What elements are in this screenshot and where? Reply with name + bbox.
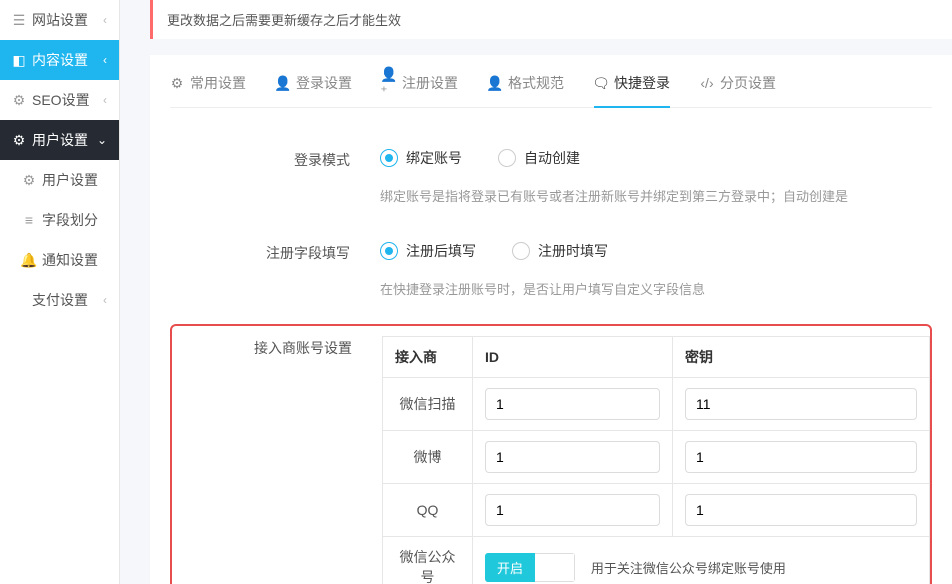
tab-label: 分页设置 [720, 73, 776, 93]
sidebar-item-label: 支付设置 [32, 290, 88, 310]
alert-text: 更改数据之后需要更新缓存之后才能生效 [167, 13, 401, 28]
sidebar-subitem-field-division[interactable]: ≡ 字段划分 [0, 200, 119, 240]
providers-table: 接入商 ID 密钥 微信扫描 [382, 336, 930, 584]
tab-general[interactable]: ⚙ 常用设置 [170, 73, 246, 107]
tabs: ⚙ 常用设置 👤 登录设置 👤⁺ 注册设置 👤 格式规范 🗨 快捷登 [170, 55, 932, 108]
tab-label: 快捷登录 [614, 73, 670, 93]
sidebar-item-label: 通知设置 [42, 250, 98, 270]
alert-banner: 更改数据之后需要更新缓存之后才能生效 [150, 0, 952, 39]
tab-register[interactable]: 👤⁺ 注册设置 [382, 73, 458, 107]
tab-quick-login[interactable]: 🗨 快捷登录 [594, 73, 670, 107]
table-row: 微信扫描 [383, 378, 930, 431]
user-dot-icon: 👤 [488, 76, 502, 90]
chevron-down-icon: ⌄ [97, 133, 107, 147]
switch-on-label: 开启 [485, 553, 535, 582]
gear-icon: ⚙ [170, 76, 184, 90]
chevron-left-icon: ‹ [103, 53, 107, 67]
chevron-left-icon: ‹ [103, 93, 107, 107]
sidebar-item-payment-settings[interactable]: 支付设置 ‹ [0, 280, 119, 320]
radio-auto-create[interactable]: 自动创建 [498, 148, 580, 168]
field-hint: 绑定账号是指将登录已有账号或者注册新账号并绑定到第三方登录中；自动创建是 [380, 186, 932, 205]
radio-dot-icon [380, 242, 398, 260]
provider-secret-input[interactable] [685, 494, 917, 526]
radio-label: 注册后填写 [406, 241, 476, 261]
switch-off-side [535, 553, 575, 582]
sidebar-subitem-user-settings[interactable]: ⚙ 用户设置 [0, 160, 119, 200]
sidebar-item-label: 内容设置 [32, 50, 88, 70]
row-providers: 接入商账号设置 接入商 ID 密钥 [172, 336, 930, 584]
radio-during-register[interactable]: 注册时填写 [512, 241, 608, 261]
tab-label: 格式规范 [508, 73, 564, 93]
radio-label: 绑定账号 [406, 148, 462, 168]
radio-after-register[interactable]: 注册后填写 [380, 241, 476, 261]
provider-secret-input[interactable] [685, 441, 917, 473]
radio-label: 自动创建 [524, 148, 580, 168]
gear-icon: ☰ [12, 12, 26, 29]
row-login-mode: 登录模式 绑定账号 自动创建 绑定账号是指将登录已 [170, 148, 932, 205]
form: 登录模式 绑定账号 自动创建 绑定账号是指将登录已 [170, 108, 932, 584]
sidebar: ☰ 网站设置 ‹ ◧ 内容设置 ‹ ⚙ SEO设置 ‹ ⚙ 用户设置 ⌄ ⚙ 用… [0, 0, 120, 584]
provider-id-input[interactable] [485, 494, 660, 526]
row-register-fields: 注册字段填写 注册后填写 注册时填写 在快捷登录注 [170, 241, 932, 298]
provider-secret-input[interactable] [685, 388, 917, 420]
field-icon: ≡ [22, 212, 36, 228]
radio-dot-icon [512, 242, 530, 260]
main-content: 更改数据之后需要更新缓存之后才能生效 ⚙ 常用设置 👤 登录设置 👤⁺ 注册设置… [120, 0, 952, 584]
provider-name: 微信扫描 [383, 378, 473, 431]
table-row-wechat-mp: 微信公众号 开启 用于关注微信公众号绑定账号使用 [383, 537, 930, 584]
provider-name: 微信公众号 [383, 537, 473, 584]
highlight-box: 接入商账号设置 接入商 ID 密钥 [170, 324, 932, 584]
radio-bind-account[interactable]: 绑定账号 [380, 148, 462, 168]
user-plus-icon: 👤⁺ [382, 76, 396, 90]
sidebar-item-content-settings[interactable]: ◧ 内容设置 ‹ [0, 40, 119, 80]
sidebar-item-seo-settings[interactable]: ⚙ SEO设置 ‹ [0, 80, 119, 120]
table-header-id: ID [473, 337, 673, 378]
provider-id-input[interactable] [485, 388, 660, 420]
sidebar-item-label: 用户设置 [32, 130, 88, 150]
sidebar-item-label: 字段划分 [42, 210, 98, 230]
settings-panel: ⚙ 常用设置 👤 登录设置 👤⁺ 注册设置 👤 格式规范 🗨 快捷登 [150, 55, 952, 584]
wechat-mp-toggle[interactable]: 开启 [485, 553, 575, 582]
gear-icon: ⚙ [22, 172, 36, 189]
provider-name: QQ [383, 484, 473, 537]
chevron-left-icon: ‹ [103, 13, 107, 27]
field-label: 接入商账号设置 [172, 336, 382, 358]
tab-label: 登录设置 [296, 73, 352, 93]
radio-dot-icon [380, 149, 398, 167]
sidebar-item-label: 用户设置 [42, 170, 98, 190]
sidebar-subitem-notification-settings[interactable]: 🔔 通知设置 [0, 240, 119, 280]
chevron-left-icon: ‹ [103, 293, 107, 307]
user-icon: 👤 [276, 76, 290, 90]
table-row: 微博 [383, 431, 930, 484]
sidebar-item-user-settings[interactable]: ⚙ 用户设置 ⌄ [0, 120, 119, 160]
provider-id-input[interactable] [485, 441, 660, 473]
radio-dot-icon [498, 149, 516, 167]
gear-icon: ◧ [12, 52, 26, 69]
code-icon: ‹/› [700, 76, 714, 90]
radio-label: 注册时填写 [538, 241, 608, 261]
tab-pagination[interactable]: ‹/› 分页设置 [700, 73, 776, 107]
field-hint: 在快捷登录注册账号时，是否让用户填写自定义字段信息 [380, 279, 932, 298]
tab-label: 常用设置 [190, 73, 246, 93]
tab-format[interactable]: 👤 格式规范 [488, 73, 564, 107]
provider-name: 微博 [383, 431, 473, 484]
table-row: QQ [383, 484, 930, 537]
sidebar-item-label: SEO设置 [32, 90, 90, 110]
sidebar-item-site-settings[interactable]: ☰ 网站设置 ‹ [0, 0, 119, 40]
sidebar-item-label: 网站设置 [32, 10, 88, 30]
gear-icon: ⚙ [12, 92, 26, 109]
table-header-provider: 接入商 [383, 337, 473, 378]
tab-label: 注册设置 [402, 73, 458, 93]
field-label: 注册字段填写 [170, 241, 380, 263]
field-label: 登录模式 [170, 148, 380, 170]
comment-icon: 🗨 [594, 76, 608, 90]
gear-icon: ⚙ [12, 132, 26, 149]
tab-login[interactable]: 👤 登录设置 [276, 73, 352, 107]
table-header-secret: 密钥 [673, 337, 930, 378]
wechat-mp-desc: 用于关注微信公众号绑定账号使用 [591, 561, 786, 576]
bell-icon: 🔔 [22, 252, 36, 269]
